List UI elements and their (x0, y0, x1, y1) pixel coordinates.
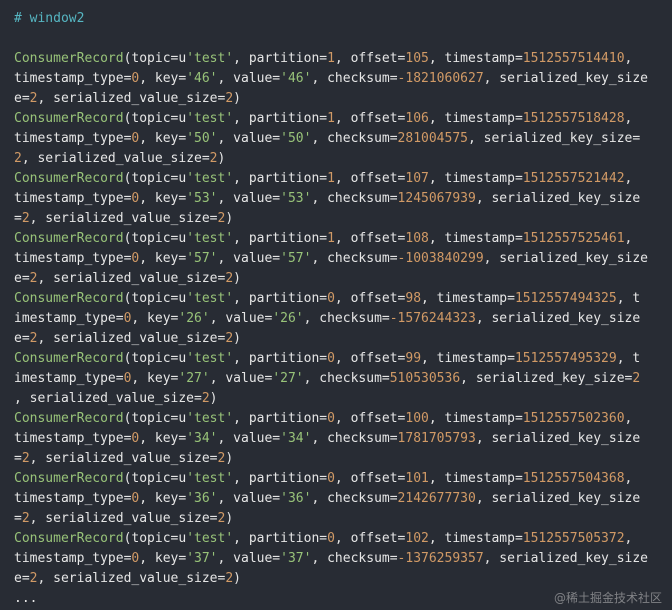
code-line: ConsumerRecord(topic=u'test', partition=… (14, 111, 633, 126)
code-line: =2, serialized_value_size=2) (14, 451, 234, 466)
code-line: ConsumerRecord(topic=u'test', partition=… (14, 231, 633, 246)
code-line: =2, serialized_value_size=2) (14, 211, 234, 226)
code-line: timestamp_type=0, key='34', value='34', … (14, 431, 641, 446)
code-line: timestamp_type=0, key='50', value='50', … (14, 131, 641, 146)
code-line: ConsumerRecord(topic=u'test', partition=… (14, 351, 641, 366)
code-line: ConsumerRecord(topic=u'test', partition=… (14, 51, 633, 66)
code-line: e=2, serialized_value_size=2) (14, 331, 241, 346)
code-line: =2, serialized_value_size=2) (14, 511, 234, 526)
code-line: timestamp_type=0, key='53', value='53', … (14, 191, 641, 206)
watermark: @稀土掘金技术社区 (553, 591, 662, 605)
code-line: ConsumerRecord(topic=u'test', partition=… (14, 171, 633, 186)
code-line: timestamp_type=0, key='57', value='57', … (14, 251, 649, 266)
code-line: ConsumerRecord(topic=u'test', partition=… (14, 411, 633, 426)
code-line: , serialized_value_size=2) (14, 391, 218, 406)
code-line: imestamp_type=0, key='27', value='27', c… (14, 371, 641, 386)
code-lines: ConsumerRecord(topic=u'test', partition=… (14, 29, 664, 609)
code-line: 2, serialized_value_size=2) (14, 151, 226, 166)
code-line: timestamp_type=0, key='36', value='36', … (14, 491, 641, 506)
code-comment: # window2 (14, 11, 85, 26)
code-line: imestamp_type=0, key='26', value='26', c… (14, 311, 641, 326)
code-block: # window2 ConsumerRecord(topic=u'test', … (14, 9, 664, 609)
code-line: ConsumerRecord(topic=u'test', partition=… (14, 471, 633, 486)
code-line: timestamp_type=0, key='37', value='37', … (14, 551, 649, 566)
code-line: e=2, serialized_value_size=2) (14, 271, 241, 286)
code-line: timestamp_type=0, key='46', value='46', … (14, 71, 649, 86)
code-line: ConsumerRecord(topic=u'test', partition=… (14, 291, 641, 306)
code-line: e=2, serialized_value_size=2) (14, 91, 241, 106)
code-line: ConsumerRecord(topic=u'test', partition=… (14, 531, 633, 546)
code-line: e=2, serialized_value_size=2) (14, 571, 241, 586)
